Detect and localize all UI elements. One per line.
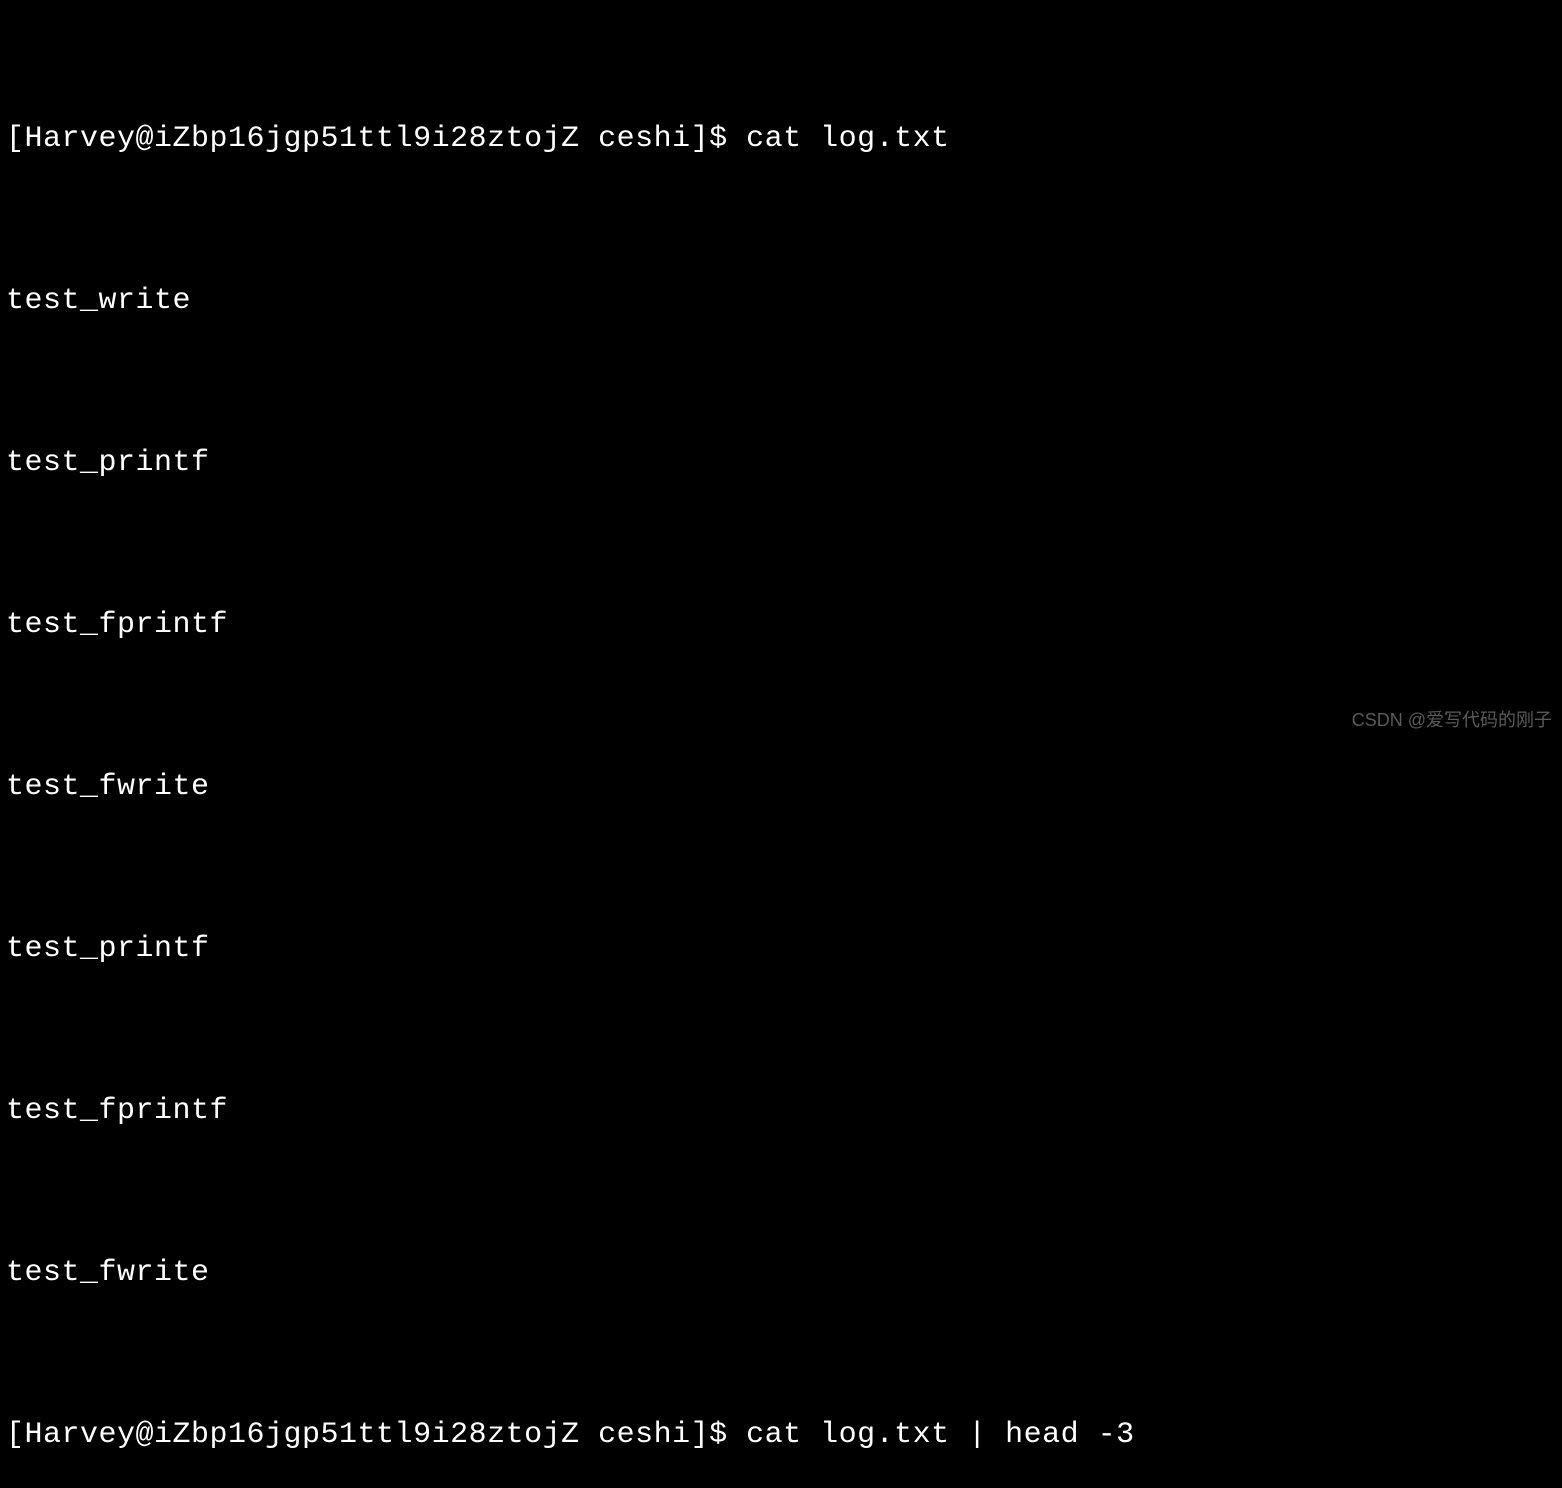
command-line-1: [Harvey@iZbp16jgp51ttl9i28ztojZ ceshi]$ …: [6, 112, 1556, 166]
command-text: cat log.txt: [746, 122, 950, 156]
terminal-window[interactable]: [Harvey@iZbp16jgp51ttl9i28ztojZ ceshi]$ …: [6, 4, 1556, 1488]
prompt: [Harvey@iZbp16jgp51ttl9i28ztojZ ceshi]$: [6, 1418, 746, 1452]
prompt: [Harvey@iZbp16jgp51ttl9i28ztojZ ceshi]$: [6, 122, 746, 156]
watermark-text: CSDN @爱写代码的刚子: [1352, 704, 1552, 736]
output-line: test_printf: [6, 922, 1556, 976]
output-line: test_printf: [6, 436, 1556, 490]
command-line-2: [Harvey@iZbp16jgp51ttl9i28ztojZ ceshi]$ …: [6, 1408, 1556, 1462]
output-line: test_fprintf: [6, 598, 1556, 652]
output-line: test_fprintf: [6, 1084, 1556, 1138]
command-text: cat log.txt | head -3: [746, 1418, 1135, 1452]
output-line: test_fwrite: [6, 760, 1556, 814]
output-line: test_fwrite: [6, 1246, 1556, 1300]
output-line: test_write: [6, 274, 1556, 328]
